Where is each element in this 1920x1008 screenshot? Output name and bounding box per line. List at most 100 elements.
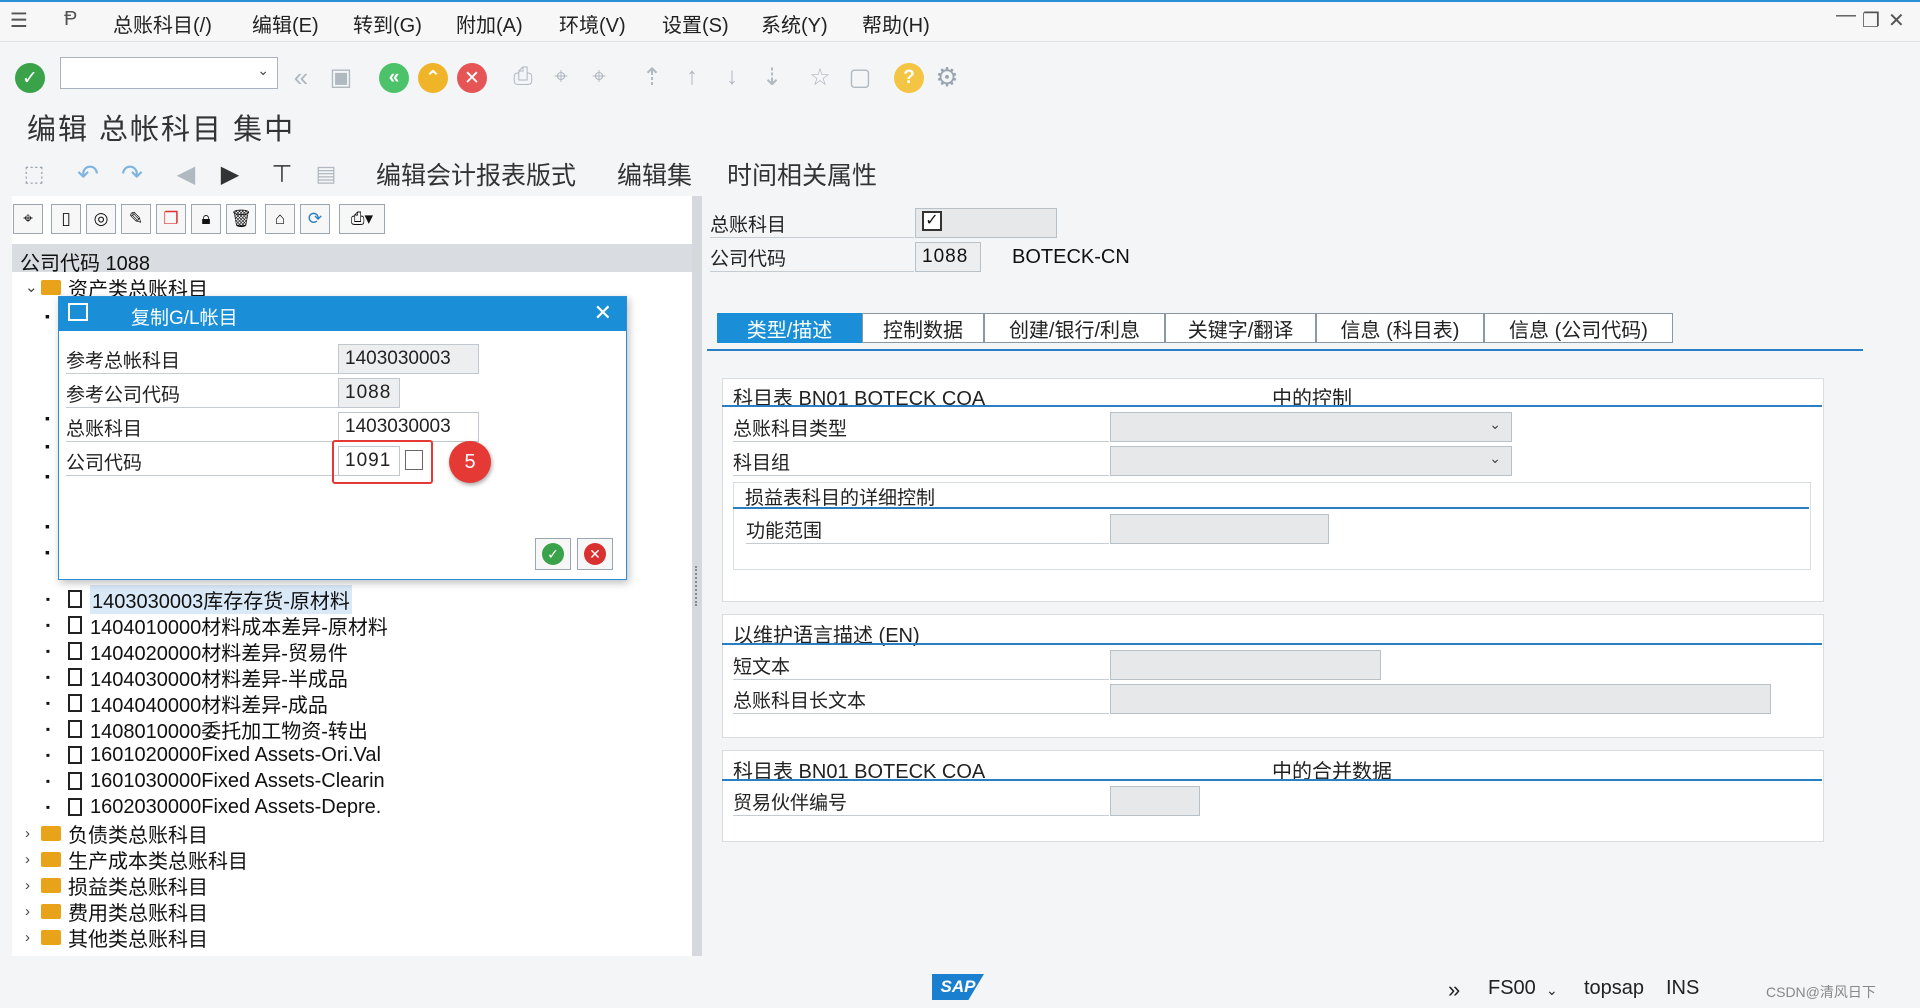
company-code-field[interactable]: 1088 [915, 242, 981, 272]
account-type-dropdown[interactable]: ⌄ [1110, 412, 1512, 442]
chevron-right-icon[interactable]: › [25, 903, 41, 920]
exit-icon[interactable]: ⌃ [418, 63, 448, 93]
minimize-icon[interactable]: — [1836, 4, 1856, 27]
tab-control-data[interactable]: 控制数据 [862, 313, 984, 343]
tree-item[interactable]: ▪ 1601030000Fixed Assets-Clearin [44, 768, 385, 794]
chevron-right-icon[interactable]: › [25, 877, 41, 894]
chevron-right-icon[interactable]: › [25, 851, 41, 868]
expand-status-icon[interactable]: » [1448, 977, 1460, 1003]
tab-type-description[interactable]: 类型/描述 [717, 313, 862, 343]
chevron-right-icon[interactable]: › [25, 825, 41, 842]
chevron-down-icon[interactable]: ⌄ [1546, 982, 1558, 999]
account-group-dropdown[interactable]: ⌄ [1110, 446, 1512, 476]
new-doc-icon[interactable]: ▯ [51, 204, 81, 234]
undo-icon[interactable]: ↶ [72, 158, 104, 190]
hierarchy-icon[interactable]: ⊤ [266, 158, 298, 190]
tree-bullet: ▪ [45, 518, 50, 534]
cancel-button[interactable]: ✕ [577, 538, 613, 570]
tab-info-coa[interactable]: 信息 (科目表) [1316, 313, 1484, 343]
tree-item[interactable]: ▪ 1404010000材料成本差异-原材料 [44, 612, 388, 639]
menu-extras[interactable]: 附加(A) [456, 9, 523, 38]
pane-splitter[interactable] [692, 196, 702, 956]
chevron-down-icon[interactable]: ⌄ [257, 62, 269, 79]
copy-icon[interactable]: ❐ [156, 204, 186, 234]
functional-area-field[interactable] [1110, 514, 1329, 544]
edit-set-button[interactable]: 编辑集 [617, 156, 692, 192]
tree-item[interactable]: ▪ 1602030000Fixed Assets-Depre. [44, 794, 381, 820]
find-binoculars-icon[interactable]: ⌖ [13, 204, 43, 234]
tree-item[interactable]: ▪ 1408010000委托加工物资-转出 [44, 716, 368, 743]
long-text-field[interactable] [1110, 684, 1771, 714]
enter-icon[interactable]: ✓ [15, 63, 45, 93]
document-icon[interactable]: ▤ [310, 158, 342, 190]
tree-item[interactable]: ▪ 1404020000材料差异-贸易件 [44, 638, 348, 665]
menu-system[interactable]: 系统(Y) [761, 9, 828, 38]
tree-folder[interactable]: › 损益类总账科目 [25, 872, 208, 899]
first-page-icon[interactable]: ⇡ [637, 60, 667, 94]
tab-create-bank-interest[interactable]: 创建/银行/利息 [984, 313, 1165, 343]
new-session-icon[interactable]: ▢ [845, 60, 875, 94]
find-next-icon[interactable]: ⌖ [584, 60, 614, 94]
tab-keyword-translation[interactable]: 关键字/翻译 [1165, 313, 1316, 343]
account-field[interactable]: 1403030003 [338, 412, 479, 442]
cancel-icon[interactable]: ✕ [457, 63, 487, 93]
edit-fs-version-button[interactable]: 编辑会计报表版式 [376, 156, 576, 192]
insert-mode[interactable]: INS [1666, 977, 1699, 1000]
close-window-icon[interactable]: ✕ [1888, 8, 1905, 33]
last-page-icon[interactable]: ⇣ [757, 60, 787, 94]
other-object-icon[interactable]: ⬚ [18, 158, 50, 190]
save-icon[interactable]: ▣ [326, 60, 356, 94]
favorite-icon[interactable]: ☆ [805, 60, 835, 94]
short-text-field[interactable] [1110, 650, 1381, 680]
tree-item[interactable]: ▪ 1404040000材料差异-成品 [44, 690, 328, 717]
tree-item-selected[interactable]: ▪ 1403030003库存存货-原材料 [44, 584, 352, 614]
next-page-icon[interactable]: ↓ [717, 60, 747, 94]
checkbox-icon[interactable]: ✓ [922, 211, 942, 231]
transaction-code[interactable]: FS00 [1488, 977, 1536, 1000]
restore-icon[interactable]: ❐ [1862, 8, 1880, 33]
refresh-icon[interactable]: ⟳ [300, 204, 330, 234]
find-icon[interactable]: ⌖ [546, 60, 576, 94]
tree-folder[interactable]: › 费用类总账科目 [25, 898, 208, 925]
chevron-down-icon[interactable]: ⌄ [25, 278, 41, 296]
edit-pencil-icon[interactable]: ✎ [121, 204, 151, 234]
chevron-right-icon[interactable]: › [25, 929, 41, 946]
menu-edit[interactable]: 编辑(E) [252, 9, 319, 38]
help-icon[interactable]: ? [894, 63, 924, 93]
close-icon[interactable]: ✕ [594, 300, 612, 326]
redo-icon[interactable]: ↷ [116, 158, 148, 190]
where-used-icon[interactable]: ⌂ [265, 204, 295, 234]
back-double-icon[interactable]: « [286, 60, 316, 94]
display-icon[interactable]: ◎ [86, 204, 116, 234]
prev-page-icon[interactable]: ↑ [677, 60, 707, 94]
window-menu-icon[interactable]: ☰ [10, 8, 28, 33]
sap-p-icon[interactable]: Ᵽ [64, 8, 77, 31]
previous-icon[interactable]: ◀ [170, 158, 202, 190]
tab-info-company[interactable]: 信息 (公司代码) [1484, 313, 1673, 343]
tree-folder[interactable]: › 负债类总账科目 [25, 820, 208, 847]
tree-item[interactable]: ▪ 1404030000材料差异-半成品 [44, 664, 348, 691]
menu-goto[interactable]: 转到(G) [353, 9, 422, 38]
settings-gear-icon[interactable]: ⚙ [932, 60, 962, 94]
menu-help[interactable]: 帮助(H) [862, 9, 930, 38]
command-field[interactable]: ⌄ [60, 57, 278, 89]
back-icon[interactable]: « [379, 63, 409, 93]
menu-account[interactable]: 总账科目(/) [113, 9, 212, 38]
print-menu-icon[interactable]: ⎙▾ [339, 204, 385, 234]
ref-company-field[interactable]: 1088 [338, 378, 400, 408]
tree-item[interactable]: ▪ 1601020000Fixed Assets-Ori.Val [44, 742, 381, 768]
next-icon[interactable]: ▶ [214, 158, 246, 190]
print-icon[interactable]: ⎙ [508, 60, 538, 94]
time-attributes-button[interactable]: 时间相关属性 [727, 156, 877, 192]
tree-folder[interactable]: › 其他类总账科目 [25, 924, 208, 951]
confirm-button[interactable]: ✓ [535, 538, 571, 570]
tree-folder[interactable]: › 生产成本类总账科目 [25, 846, 248, 873]
account-field[interactable]: ✓ [915, 208, 1057, 238]
splitter-grip[interactable] [695, 566, 701, 606]
ref-account-field[interactable]: 1403030003 [338, 344, 479, 374]
lock-icon[interactable]: 🔒︎ [191, 204, 221, 234]
trading-partner-field[interactable] [1110, 786, 1200, 816]
menu-environment[interactable]: 环境(V) [559, 9, 626, 38]
menu-settings[interactable]: 设置(S) [662, 9, 729, 38]
delete-icon[interactable]: 🗑︎ [226, 204, 256, 234]
